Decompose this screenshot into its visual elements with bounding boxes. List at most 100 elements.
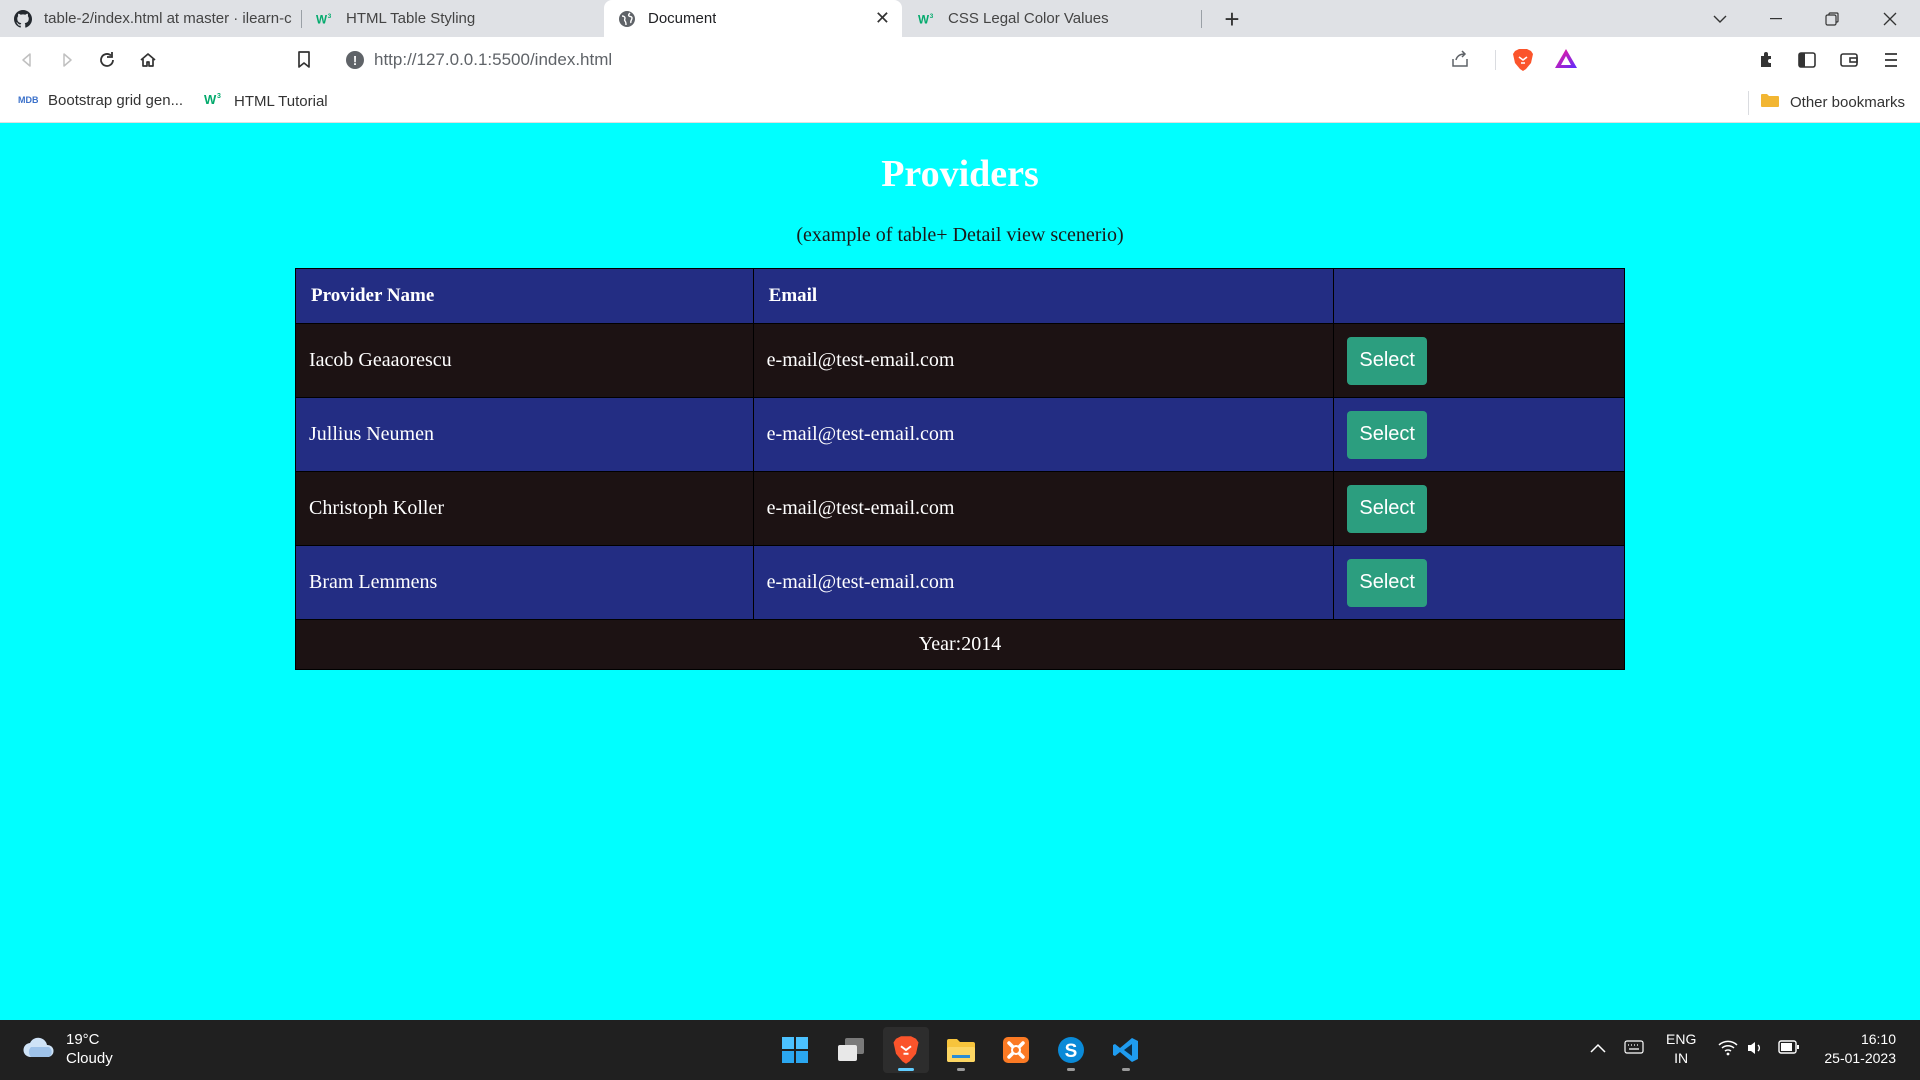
restore-icon[interactable] xyxy=(1804,0,1860,37)
forward-icon[interactable] xyxy=(52,45,82,75)
site-info-icon[interactable]: ! xyxy=(346,51,364,69)
table-row: Christoph Koller e-mail@test-email.com S… xyxy=(295,471,1625,546)
keyboard-icon[interactable] xyxy=(1624,1040,1644,1057)
tab-title: Document xyxy=(648,10,717,27)
globe-icon xyxy=(618,10,636,28)
bookmark-icon[interactable] xyxy=(289,45,319,75)
bookmark-bootstrap-grid[interactable]: MDB Bootstrap grid gen... xyxy=(18,92,183,109)
skype-icon[interactable]: S xyxy=(1048,1027,1094,1073)
svg-text:W: W xyxy=(316,13,328,26)
svg-text:MDB: MDB xyxy=(18,95,38,105)
bookmark-html-tutorial[interactable]: W3 HTML Tutorial xyxy=(204,92,328,110)
page-title: Providers xyxy=(881,153,1039,195)
bookmarks-bar: MDB Bootstrap grid gen... W3 HTML Tutori… xyxy=(0,83,1920,123)
wallet-icon[interactable] xyxy=(1834,45,1864,75)
back-icon[interactable] xyxy=(12,45,42,75)
brave-rewards-icon[interactable] xyxy=(1554,48,1578,75)
sidebar-icon[interactable] xyxy=(1792,45,1822,75)
tab-separator xyxy=(1201,10,1202,28)
provider-name: Iacob Geaaorescu xyxy=(295,323,754,398)
brave-browser-taskbar-icon[interactable] xyxy=(883,1027,929,1073)
xampp-icon[interactable] xyxy=(993,1027,1039,1073)
tab-bar: table-2/index.html at master · ilearn-c … xyxy=(0,0,1920,37)
tab-document[interactable]: Document ✕ xyxy=(604,0,902,37)
page-subtitle: (example of table+ Detail view scenerio) xyxy=(796,224,1124,246)
address-bar[interactable]: ! http://127.0.0.1:5500/index.html xyxy=(332,43,1588,77)
divider xyxy=(1748,91,1749,115)
tab-html-table-styling[interactable]: W3 HTML Table Styling xyxy=(302,0,602,37)
tab-search-icon[interactable] xyxy=(1692,0,1748,37)
browser-toolbar: ! http://127.0.0.1:5500/index.html xyxy=(0,37,1920,83)
table-row: Bram Lemmens e-mail@test-email.com Selec… xyxy=(295,545,1625,620)
running-indicator xyxy=(957,1068,965,1071)
active-indicator xyxy=(898,1068,914,1071)
action-cell: Select xyxy=(1333,545,1625,620)
battery-icon[interactable] xyxy=(1778,1040,1800,1057)
close-window-icon[interactable] xyxy=(1862,0,1918,37)
svg-text:3: 3 xyxy=(930,13,934,20)
new-tab-button[interactable]: + xyxy=(1218,4,1246,34)
provider-email: e-mail@test-email.com xyxy=(752,545,1335,620)
language-indicator[interactable]: ENG IN xyxy=(1666,1030,1696,1068)
provider-email: e-mail@test-email.com xyxy=(752,323,1335,398)
clock[interactable]: 16:10 25-01-2023 xyxy=(1824,1030,1896,1068)
provider-name: Jullius Neumen xyxy=(295,397,754,472)
select-button[interactable]: Select xyxy=(1347,410,1428,459)
other-bookmarks-label: Other bookmarks xyxy=(1790,93,1906,111)
select-button[interactable]: Select xyxy=(1347,336,1428,385)
github-icon xyxy=(14,9,32,28)
provider-name: Christoph Koller xyxy=(295,471,754,546)
tab-github[interactable]: table-2/index.html at master · ilearn-c xyxy=(0,0,300,37)
tab-title: CSS Legal Color Values xyxy=(948,10,1109,27)
file-explorer-icon[interactable] xyxy=(938,1027,984,1073)
svg-text:3: 3 xyxy=(328,13,332,20)
provider-name: Bram Lemmens xyxy=(295,545,754,620)
other-bookmarks[interactable]: Other bookmarks xyxy=(1760,92,1905,112)
extensions-icon[interactable] xyxy=(1752,45,1782,75)
home-icon[interactable] xyxy=(133,45,163,75)
header-action xyxy=(1333,268,1625,324)
select-button[interactable]: Select xyxy=(1347,558,1428,607)
brave-shields-icon[interactable] xyxy=(1512,48,1534,77)
provider-email: e-mail@test-email.com xyxy=(752,471,1335,546)
select-button[interactable]: Select xyxy=(1347,484,1428,533)
weather-widget[interactable]: 19°C Cloudy xyxy=(22,1030,113,1068)
tab-title: HTML Table Styling xyxy=(346,10,476,27)
providers-table: Provider Name Email Iacob Geaaorescu e-m… xyxy=(295,268,1625,670)
header-email: Email xyxy=(752,268,1335,324)
start-button[interactable] xyxy=(772,1027,818,1073)
provider-email: e-mail@test-email.com xyxy=(752,397,1335,472)
show-hidden-icons[interactable] xyxy=(1590,1040,1606,1056)
page-content: Providers (example of table+ Detail view… xyxy=(0,124,1920,1020)
reload-icon[interactable] xyxy=(92,45,122,75)
divider xyxy=(1495,50,1496,70)
task-view-icon[interactable] xyxy=(828,1027,874,1073)
svg-text:S: S xyxy=(1065,1041,1078,1062)
url-text[interactable]: http://127.0.0.1:5500/index.html xyxy=(374,50,612,70)
share-icon[interactable] xyxy=(1450,49,1470,74)
tab-title: table-2/index.html at master · ilearn-c xyxy=(44,10,292,27)
action-cell: Select xyxy=(1333,397,1625,472)
tab-css-legal-color-values[interactable]: W3 CSS Legal Color Values xyxy=(904,0,1200,37)
table-header-row: Provider Name Email xyxy=(295,268,1625,324)
running-indicator xyxy=(1122,1068,1130,1071)
menu-icon[interactable] xyxy=(1876,45,1906,75)
volume-icon[interactable] xyxy=(1746,1040,1764,1059)
wifi-icon[interactable] xyxy=(1718,1040,1738,1059)
bookmark-label: Bootstrap grid gen... xyxy=(48,92,184,109)
minimize-icon[interactable] xyxy=(1748,0,1804,37)
folder-icon xyxy=(1760,92,1780,112)
language-code: ENG xyxy=(1666,1031,1697,1047)
close-tab-icon[interactable]: ✕ xyxy=(875,9,890,27)
weather-condition: Cloudy xyxy=(66,1050,113,1067)
action-cell: Select xyxy=(1333,471,1625,546)
weather-temp: 19°C xyxy=(66,1031,100,1048)
w3schools-icon: W3 xyxy=(204,92,224,110)
table-footer-row: Year:2014 xyxy=(295,619,1625,670)
taskbar: 19°C Cloudy S ENG IN 16:10 25-01-2023 xyxy=(0,1020,1920,1080)
cloud-icon xyxy=(22,1035,56,1064)
svg-text:3: 3 xyxy=(217,93,221,100)
svg-text:W: W xyxy=(204,92,217,106)
table-row: Jullius Neumen e-mail@test-email.com Sel… xyxy=(295,397,1625,472)
vscode-icon[interactable] xyxy=(1103,1027,1149,1073)
